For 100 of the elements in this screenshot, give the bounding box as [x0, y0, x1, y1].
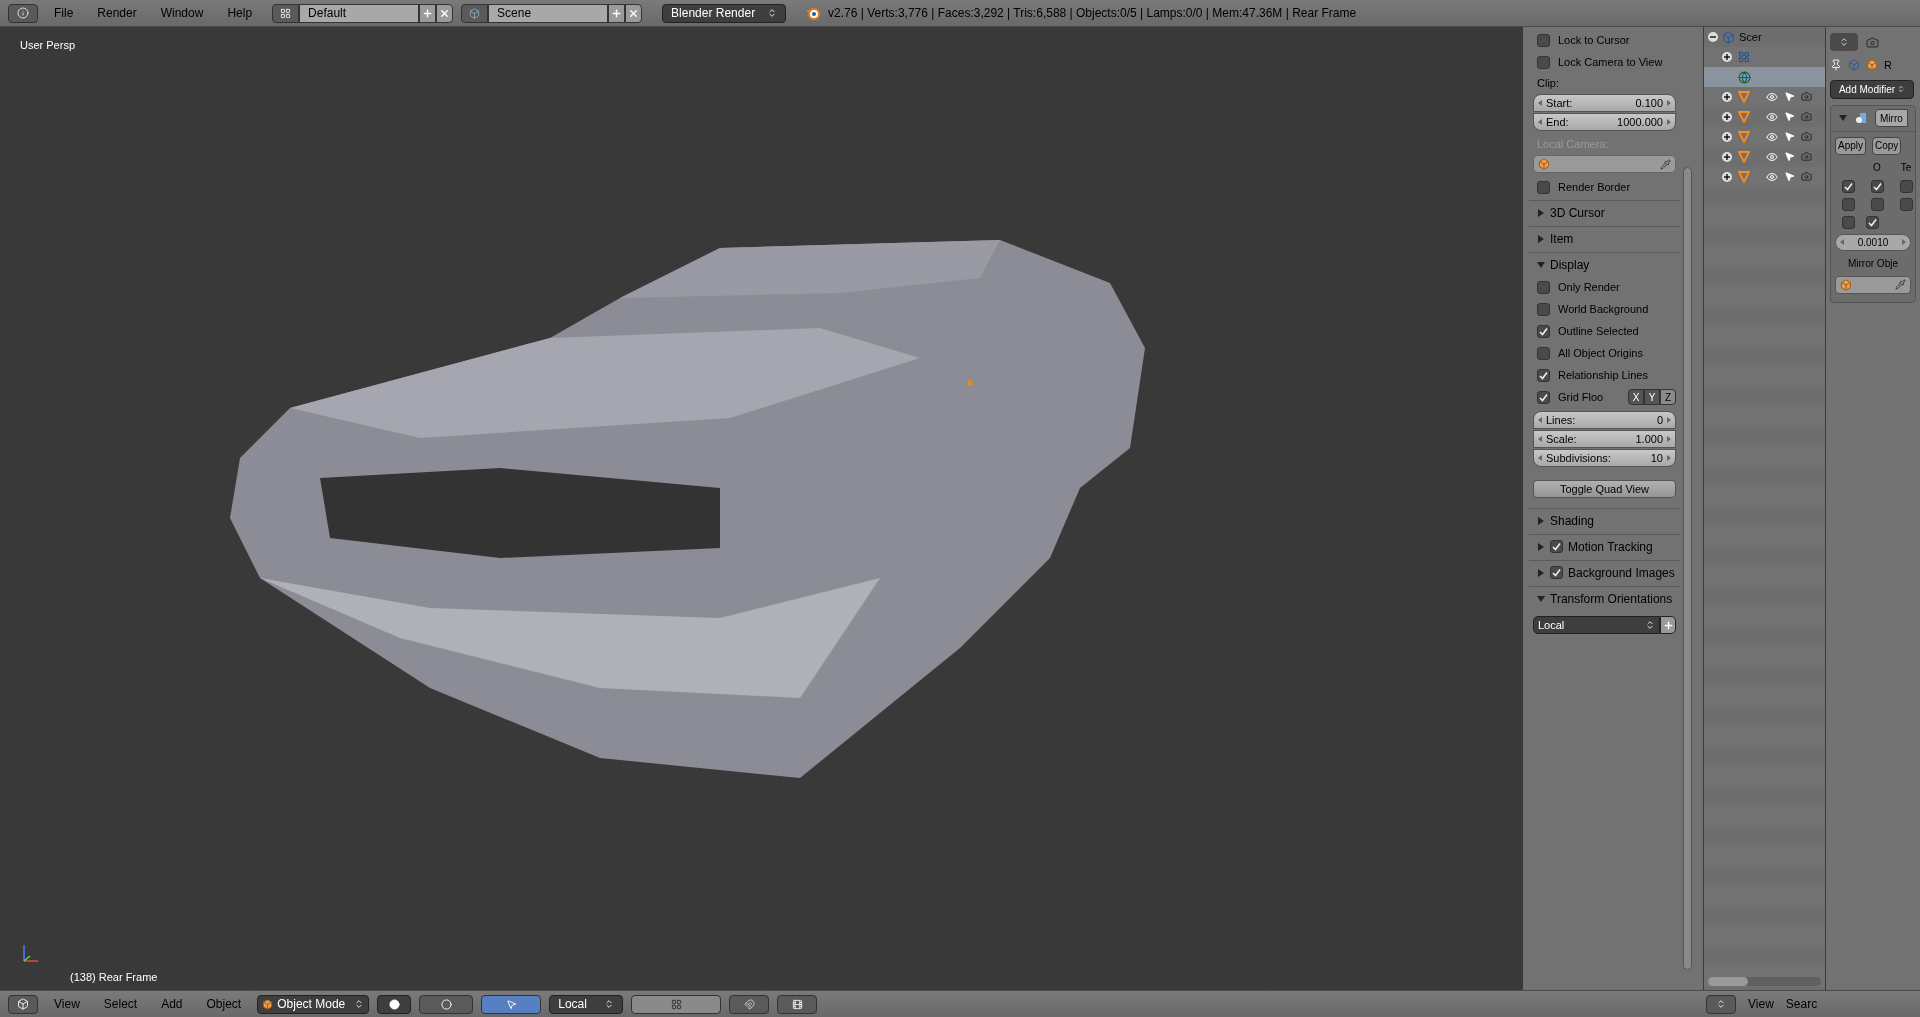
- axis-toggle[interactable]: X: [1628, 389, 1644, 405]
- panel-header[interactable]: Shading: [1550, 511, 1676, 530]
- orientation-dropdown[interactable]: Local: [549, 994, 624, 1014]
- editor-type-button[interactable]: [8, 994, 38, 1014]
- camera-icon[interactable]: [1801, 131, 1812, 142]
- horizontal-scrollbar[interactable]: [1708, 977, 1821, 986]
- manipulator-toggle[interactable]: [481, 994, 542, 1014]
- decrement-arrow-icon[interactable]: [1538, 100, 1542, 106]
- add-button[interactable]: [1660, 616, 1676, 634]
- mirror-object-field[interactable]: [1835, 275, 1911, 294]
- checkbox[interactable]: [1537, 368, 1550, 382]
- checkbox[interactable]: [1537, 302, 1550, 316]
- visibility-icon[interactable]: [1766, 171, 1778, 183]
- number-field[interactable]: End: 1000.000: [1533, 113, 1676, 131]
- checkbox[interactable]: [1537, 280, 1550, 294]
- menu-item[interactable]: Render: [89, 4, 145, 22]
- visibility-icon[interactable]: [1766, 131, 1778, 143]
- checkbox[interactable]: [1537, 33, 1550, 47]
- menu-item[interactable]: View: [1748, 995, 1774, 1013]
- add-scene-button[interactable]: [608, 3, 626, 23]
- menu-item[interactable]: Add: [153, 995, 191, 1013]
- menu-item[interactable]: File: [46, 4, 82, 22]
- panel-header[interactable]: 3D Cursor: [1550, 203, 1676, 222]
- expanded-triangle-icon[interactable]: [1537, 594, 1545, 603]
- camera-icon[interactable]: [1801, 91, 1812, 102]
- cursor-icon[interactable]: [1784, 151, 1795, 162]
- layout-name-field[interactable]: Default: [299, 3, 420, 23]
- scene-icon-button[interactable]: [461, 3, 489, 23]
- increment-arrow-icon[interactable]: [1667, 417, 1671, 423]
- expanded-triangle-icon[interactable]: [1839, 114, 1847, 122]
- orientation-dropdown[interactable]: Local: [1533, 616, 1660, 634]
- checkbox[interactable]: [1537, 390, 1550, 404]
- number-field[interactable]: Subdivisions: 10: [1533, 449, 1676, 467]
- shading-dropdown[interactable]: [377, 994, 412, 1014]
- visibility-icon[interactable]: [1766, 151, 1778, 163]
- decrement-arrow-icon[interactable]: [1538, 455, 1542, 461]
- checkbox[interactable]: [1550, 566, 1563, 579]
- checkbox[interactable]: [1841, 215, 1855, 229]
- checkbox[interactable]: [1866, 215, 1879, 229]
- checkbox[interactable]: [1537, 346, 1550, 360]
- number-field[interactable]: Scale: 1.000: [1533, 430, 1676, 448]
- checkbox[interactable]: [1550, 540, 1563, 553]
- increment-arrow-icon[interactable]: [1667, 455, 1671, 461]
- checkbox[interactable]: [1537, 324, 1550, 338]
- render-button[interactable]: [777, 994, 818, 1014]
- camera-icon[interactable]: [1801, 111, 1812, 122]
- cursor-icon[interactable]: [1784, 131, 1795, 142]
- menu-item[interactable]: Object: [198, 995, 250, 1013]
- 3d-viewport[interactable]: User Persp (138) Rear Frame: [0, 27, 1523, 990]
- layer-buttons[interactable]: [631, 994, 722, 1014]
- decrement-arrow-icon[interactable]: [1840, 239, 1844, 245]
- decrement-arrow-icon[interactable]: [1538, 417, 1542, 423]
- cursor-icon[interactable]: [1784, 171, 1795, 182]
- menu-item[interactable]: View: [46, 995, 88, 1013]
- layout-icon-button[interactable]: [272, 3, 300, 23]
- increment-arrow-icon[interactable]: [1667, 436, 1671, 442]
- axis-toggle[interactable]: Y: [1644, 389, 1660, 405]
- mode-dropdown[interactable]: Object Mode: [257, 994, 370, 1014]
- number-field[interactable]: Lines: 0: [1533, 411, 1676, 429]
- checkbox[interactable]: [1899, 179, 1913, 193]
- checkbox[interactable]: [1841, 179, 1855, 193]
- expanded-triangle-icon[interactable]: [1537, 260, 1545, 269]
- expand-toggle-icon[interactable]: [1722, 172, 1732, 182]
- camera-icon[interactable]: [1801, 171, 1812, 182]
- eyedropper-icon[interactable]: [1895, 279, 1906, 290]
- axis-toggle[interactable]: Z: [1660, 389, 1676, 405]
- collapsed-triangle-icon[interactable]: [1537, 234, 1545, 243]
- checkbox[interactable]: [1841, 197, 1855, 211]
- expand-toggle-icon[interactable]: [1722, 132, 1732, 142]
- render-engine-dropdown[interactable]: Blender Render: [662, 3, 787, 23]
- expand-toggle-icon[interactable]: [1722, 112, 1732, 122]
- modifier-action-button[interactable]: Apply: [1835, 136, 1866, 155]
- remove-layout-button[interactable]: [436, 3, 454, 23]
- increment-arrow-icon[interactable]: [1667, 119, 1671, 125]
- render-tab-icon[interactable]: [1866, 35, 1879, 49]
- visibility-icon[interactable]: [1766, 91, 1778, 103]
- cursor-icon[interactable]: [1784, 111, 1795, 122]
- expand-toggle-icon[interactable]: [1722, 52, 1732, 62]
- number-field[interactable]: Start: 0.100: [1533, 94, 1676, 112]
- collapsed-triangle-icon[interactable]: [1537, 568, 1545, 577]
- editor-type-button[interactable]: [8, 3, 38, 23]
- toggle-quad-view-button[interactable]: Toggle Quad View: [1533, 480, 1676, 498]
- add-modifier-dropdown[interactable]: Add Modifier: [1830, 79, 1914, 99]
- panel-header[interactable]: Transform Orientations: [1550, 589, 1676, 608]
- checkbox[interactable]: [1899, 197, 1913, 211]
- cursor-icon[interactable]: [1784, 91, 1795, 102]
- checkbox[interactable]: [1537, 55, 1550, 69]
- add-layout-button[interactable]: [419, 3, 437, 23]
- panel-header[interactable]: Item: [1550, 229, 1676, 248]
- camera-object-field[interactable]: [1533, 155, 1676, 173]
- menu-item[interactable]: Window: [152, 4, 212, 22]
- collapse-toggle-icon[interactable]: [1708, 32, 1718, 42]
- panel-header[interactable]: Display: [1550, 255, 1676, 274]
- checkbox[interactable]: [1537, 180, 1550, 194]
- checkbox[interactable]: [1870, 179, 1884, 193]
- scrollbar[interactable]: [1683, 167, 1692, 970]
- camera-icon[interactable]: [1801, 151, 1812, 162]
- expand-toggle-icon[interactable]: [1722, 92, 1732, 102]
- checkbox[interactable]: [1870, 197, 1884, 211]
- decrement-arrow-icon[interactable]: [1538, 436, 1542, 442]
